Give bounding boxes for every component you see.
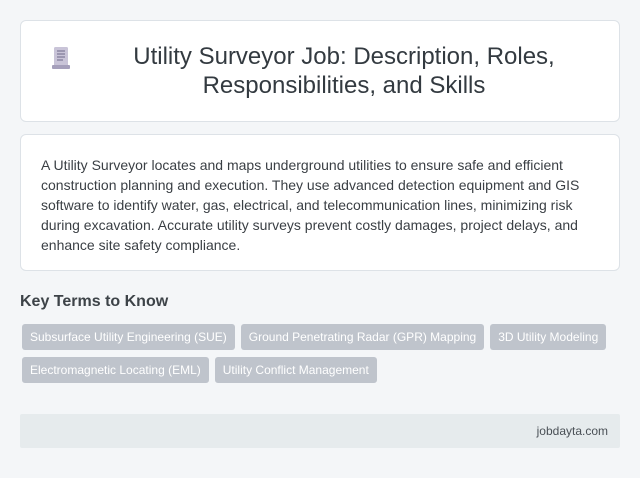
description-text: A Utility Surveyor locates and maps unde… xyxy=(41,157,580,253)
term-tag: Subsurface Utility Engineering (SUE) xyxy=(22,324,235,350)
page-title: Utility Surveyor Job: Description, Roles… xyxy=(133,43,555,99)
description-card: A Utility Surveyor locates and maps unde… xyxy=(20,134,620,271)
key-terms-tags: Subsurface Utility Engineering (SUE) Gro… xyxy=(22,324,612,383)
title-wrap: Utility Surveyor Job: Description, Roles… xyxy=(51,42,589,100)
term-tag: Utility Conflict Management xyxy=(214,357,377,383)
key-terms-heading: Key Terms to Know xyxy=(20,293,169,310)
page: Utility Surveyor Job: Description, Roles… xyxy=(0,0,640,478)
footer: jobdayta.com xyxy=(20,414,620,448)
document-icon xyxy=(51,46,71,70)
footer-site-link[interactable]: jobdayta.com xyxy=(537,424,608,438)
term-tag: Ground Penetrating Radar (GPR) Mapping xyxy=(240,324,485,350)
term-tag: Electromagnetic Locating (EML) xyxy=(22,357,209,383)
title-card: Utility Surveyor Job: Description, Roles… xyxy=(20,20,620,122)
term-tag: 3D Utility Modeling xyxy=(490,324,607,350)
